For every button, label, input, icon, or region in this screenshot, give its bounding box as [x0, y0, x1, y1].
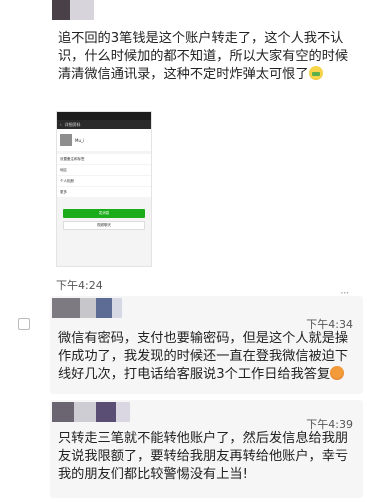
message-body: 只转走三笔就不能转他账户了，然后发信息给我朋友说我限额了，要转给我朋友再转给他账…: [58, 431, 349, 482]
message-body: 追不回的3笔钱是这个账户转走了，这个人我不认识，什么时候加的都不知道，所以大家有…: [58, 31, 349, 82]
send-message-button: 发消息: [63, 209, 145, 218]
video-call-button: 视频聊天: [63, 221, 145, 230]
timestamp-1: 下午4:24: [56, 279, 103, 292]
profile-row: 个人相册: [57, 176, 151, 186]
more-dots-icon[interactable]: [340, 282, 354, 290]
profile-row: 设置备注和标签: [57, 154, 151, 164]
blurred-avatar-strip: [52, 402, 130, 422]
moment-post-3: 下午4:39 只转走三笔就不能转他账户了，然后发信息给我朋友说我限额了，要转给我…: [50, 400, 363, 498]
angry-face-emoji: [330, 366, 345, 380]
profile-section: Mu_i: [57, 129, 151, 151]
side-indicator-icon: [18, 318, 30, 330]
message-text-1: 追不回的3笔钱是这个账户转走了，这个人我不认识，什么时候加的都不知道，所以大家有…: [58, 30, 355, 84]
message-body: 微信有密码，支付也要输密码，但是这个人就是操作成功了，我发现的时候还一直在登我微…: [58, 331, 349, 382]
profile-avatar: [60, 134, 72, 146]
profile-name: Mu_i: [75, 137, 85, 143]
phone-status-bar: [57, 112, 151, 120]
embedded-screenshot: ‹ 详细资料 Mu_i 设置备注和标签 地区 个人相册 更多 发消息 视频聊天: [56, 111, 152, 267]
message-text-2: 微信有密码，支付也要输密码，但是这个人就是操作成功了，我发现的时候还一直在登我微…: [58, 330, 355, 384]
moment-post-2: 下午4:34 微信有密码，支付也要输密码，但是这个人就是操作成功了，我发现的时候…: [50, 296, 363, 394]
phone-nav-bar: ‹ 详细资料: [57, 120, 151, 129]
profile-row: 地区: [57, 165, 151, 175]
money-face-emoji: [308, 66, 323, 80]
blurred-avatar-strip: [52, 298, 122, 318]
blurred-avatar-strip: [52, 0, 94, 20]
screenshot-title: 详细资料: [64, 121, 81, 127]
back-arrow-icon: ‹: [60, 122, 62, 127]
message-text-3: 只转走三笔就不能转他账户了，然后发信息给我朋友说我限额了，要转给我朋友再转给他账…: [58, 430, 355, 484]
profile-row: 更多: [57, 187, 151, 197]
